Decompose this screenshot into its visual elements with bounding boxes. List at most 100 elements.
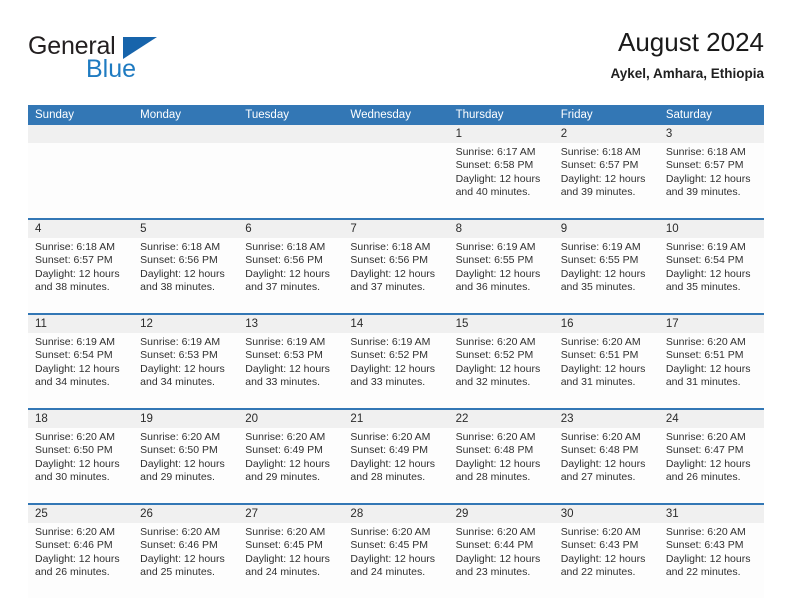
day-detail-line: and 39 minutes. bbox=[665, 186, 741, 199]
day-cell-25[interactable]: Sunrise: 6:20 AM Sunset: 6:46 PM Daylight:… bbox=[28, 523, 133, 598]
day-number-3[interactable]: 3 bbox=[659, 125, 764, 143]
day-number-26[interactable]: 26 bbox=[133, 505, 238, 523]
day-detail-line: and 40 minutes. bbox=[455, 186, 531, 199]
day-detail-line: and 31 minutes. bbox=[560, 376, 636, 389]
day-number-11[interactable]: 11 bbox=[28, 315, 133, 333]
day-detail-line: Sunset: 6:46 PM bbox=[35, 539, 113, 552]
day-cell-9[interactable]: Sunrise: 6:19 AM Sunset: 6:55 PM Daylight:… bbox=[554, 238, 659, 313]
page-title: August 2024 bbox=[617, 27, 764, 57]
day-detail-line: Daylight: 12 hours bbox=[560, 362, 646, 375]
day-number-14[interactable]: 14 bbox=[343, 315, 448, 333]
day-cell-3[interactable]: Sunrise: 6:18 AM Sunset: 6:57 PM Daylight:… bbox=[659, 143, 764, 218]
calendar-week-row: 4 5 6 7 8 9 10 Sunrise: 6:18 AM Sunset: 6:57 PM D… bbox=[28, 218, 764, 313]
day-number-5[interactable]: 5 bbox=[133, 220, 238, 238]
day-detail-line: and 22 minutes. bbox=[665, 566, 741, 579]
day-detail-line: Sunset: 6:54 PM bbox=[665, 254, 744, 267]
day-detail-line: Sunset: 6:52 PM bbox=[455, 349, 534, 362]
day-cell-20[interactable]: Sunrise: 6:20 AM Sunset: 6:49 PM Daylight:… bbox=[238, 428, 343, 503]
day-cell-6[interactable]: Sunrise: 6:18 AM Sunset: 6:56 PM Daylight:… bbox=[238, 238, 343, 313]
weekday-header-friday: Friday bbox=[560, 109, 593, 121]
day-number-6[interactable]: 6 bbox=[238, 220, 343, 238]
day-cell-16[interactable]: Sunrise: 6:20 AM Sunset: 6:51 PM Daylight:… bbox=[554, 333, 659, 408]
day-number-16[interactable]: 16 bbox=[554, 315, 659, 333]
day-number-31[interactable]: 31 bbox=[659, 505, 764, 523]
day-detail-line: Sunset: 6:55 PM bbox=[455, 254, 534, 267]
day-cell-21[interactable]: Sunrise: 6:20 AM Sunset: 6:49 PM Daylight:… bbox=[343, 428, 448, 503]
masthead: General Blue August 2024 Aykel, Amhara, … bbox=[28, 26, 764, 98]
day-number-30[interactable]: 30 bbox=[554, 505, 659, 523]
day-detail-line: Sunrise: 6:20 AM bbox=[455, 336, 536, 348]
day-cell-11[interactable]: Sunrise: 6:19 AM Sunset: 6:54 PM Daylight:… bbox=[28, 333, 133, 408]
day-cell-1[interactable]: Sunrise: 6:17 AM Sunset: 6:58 PM Daylight:… bbox=[449, 143, 554, 218]
day-cell-26[interactable]: Sunrise: 6:20 AM Sunset: 6:46 PM Daylight:… bbox=[133, 523, 238, 598]
day-detail-line: Sunrise: 6:19 AM bbox=[245, 336, 326, 348]
day-cell-13[interactable]: Sunrise: 6:19 AM Sunset: 6:53 PM Daylight:… bbox=[238, 333, 343, 408]
day-cell-29[interactable]: Sunrise: 6:20 AM Sunset: 6:44 PM Daylight:… bbox=[449, 523, 554, 598]
day-number-empty bbox=[28, 125, 133, 143]
day-cell-12[interactable]: Sunrise: 6:19 AM Sunset: 6:53 PM Daylight:… bbox=[133, 333, 238, 408]
day-cell-24[interactable]: Sunrise: 6:20 AM Sunset: 6:47 PM Daylight:… bbox=[659, 428, 764, 503]
week-details-band: Sunrise: 6:20 AM Sunset: 6:50 PM Daylight:… bbox=[28, 428, 764, 503]
day-number-20[interactable]: 20 bbox=[238, 410, 343, 428]
day-detail-line: Daylight: 12 hours bbox=[245, 267, 330, 280]
day-cell-23[interactable]: Sunrise: 6:20 AM Sunset: 6:48 PM Daylight:… bbox=[554, 428, 659, 503]
day-number-19[interactable]: 19 bbox=[133, 410, 238, 428]
week-daynumber-band: 123 bbox=[28, 125, 764, 143]
day-cell-10[interactable]: Sunrise: 6:19 AM Sunset: 6:54 PM Daylight:… bbox=[659, 238, 764, 313]
day-detail-line: Daylight: 12 hours bbox=[245, 552, 330, 565]
day-detail-line: Sunrise: 6:19 AM bbox=[35, 336, 115, 348]
day-cell-18[interactable]: Sunrise: 6:20 AM Sunset: 6:50 PM Daylight:… bbox=[28, 428, 133, 503]
general-blue-logo[interactable]: General Blue bbox=[28, 32, 248, 88]
day-cell-5[interactable]: Sunrise: 6:18 AM Sunset: 6:56 PM Daylight:… bbox=[133, 238, 238, 313]
day-number-1[interactable]: 1 bbox=[449, 125, 554, 143]
day-number-27[interactable]: 27 bbox=[238, 505, 343, 523]
day-cell-31[interactable]: Sunrise: 6:20 AM Sunset: 6:43 PM Daylight:… bbox=[659, 523, 764, 598]
day-cell-22[interactable]: Sunrise: 6:20 AM Sunset: 6:48 PM Daylight:… bbox=[449, 428, 554, 503]
day-number-12[interactable]: 12 bbox=[133, 315, 238, 333]
day-number-18[interactable]: 18 bbox=[28, 410, 133, 428]
day-detail-line: Sunrise: 6:18 AM bbox=[245, 241, 326, 253]
day-cell-8[interactable]: Sunrise: 6:19 AM Sunset: 6:55 PM Daylight:… bbox=[449, 238, 554, 313]
day-number-21[interactable]: 21 bbox=[343, 410, 448, 428]
day-detail-line: Sunrise: 6:19 AM bbox=[560, 241, 641, 253]
day-detail-line: and 33 minutes. bbox=[350, 376, 426, 389]
day-cell-2[interactable]: Sunrise: 6:18 AM Sunset: 6:57 PM Daylight:… bbox=[554, 143, 659, 218]
day-cell-30[interactable]: Sunrise: 6:20 AM Sunset: 6:43 PM Daylight:… bbox=[554, 523, 659, 598]
day-detail-line: and 23 minutes. bbox=[455, 566, 531, 579]
day-detail-line: Sunrise: 6:20 AM bbox=[35, 431, 115, 443]
day-detail-line: Sunrise: 6:20 AM bbox=[455, 526, 536, 538]
day-detail-line: Sunrise: 6:18 AM bbox=[35, 241, 115, 253]
day-detail-line: Sunset: 6:53 PM bbox=[245, 349, 323, 362]
day-number-8[interactable]: 8 bbox=[449, 220, 554, 238]
day-number-7[interactable]: 7 bbox=[343, 220, 448, 238]
day-number-10[interactable]: 10 bbox=[659, 220, 764, 238]
day-number-13[interactable]: 13 bbox=[238, 315, 343, 333]
day-cell-27[interactable]: Sunrise: 6:20 AM Sunset: 6:45 PM Daylight:… bbox=[238, 523, 343, 598]
day-cell-17[interactable]: Sunrise: 6:20 AM Sunset: 6:51 PM Daylight:… bbox=[659, 333, 764, 408]
day-detail-line: Daylight: 12 hours bbox=[665, 267, 751, 280]
day-cell-empty bbox=[133, 143, 238, 218]
day-number-28[interactable]: 28 bbox=[343, 505, 448, 523]
week-daynumber-band: 18 19 20 21 22 23 24 bbox=[28, 410, 764, 428]
day-number-22[interactable]: 22 bbox=[449, 410, 554, 428]
day-number-9[interactable]: 9 bbox=[554, 220, 659, 238]
day-number-2[interactable]: 2 bbox=[554, 125, 659, 143]
day-number-23[interactable]: 23 bbox=[554, 410, 659, 428]
day-cell-15[interactable]: Sunrise: 6:20 AM Sunset: 6:52 PM Daylight:… bbox=[449, 333, 554, 408]
day-number-17[interactable]: 17 bbox=[659, 315, 764, 333]
day-cell-19[interactable]: Sunrise: 6:20 AM Sunset: 6:50 PM Daylight:… bbox=[133, 428, 238, 503]
day-cell-28[interactable]: Sunrise: 6:20 AM Sunset: 6:45 PM Daylight:… bbox=[343, 523, 448, 598]
day-cell-7[interactable]: Sunrise: 6:18 AM Sunset: 6:56 PM Daylight:… bbox=[343, 238, 448, 313]
day-detail-line: Sunrise: 6:20 AM bbox=[245, 431, 326, 443]
day-number-25[interactable]: 25 bbox=[28, 505, 133, 523]
day-detail-line: Sunset: 6:45 PM bbox=[245, 539, 323, 552]
day-detail-line: Daylight: 12 hours bbox=[350, 552, 436, 565]
day-number-4[interactable]: 4 bbox=[28, 220, 133, 238]
day-cell-4[interactable]: Sunrise: 6:18 AM Sunset: 6:57 PM Daylight:… bbox=[28, 238, 133, 313]
day-number-24[interactable]: 24 bbox=[659, 410, 764, 428]
day-cell-14[interactable]: Sunrise: 6:19 AM Sunset: 6:52 PM Daylight:… bbox=[343, 333, 448, 408]
day-detail-line: Sunrise: 6:18 AM bbox=[140, 241, 221, 253]
day-number-29[interactable]: 29 bbox=[449, 505, 554, 523]
day-number-15[interactable]: 15 bbox=[449, 315, 554, 333]
day-detail-line: Sunset: 6:50 PM bbox=[35, 444, 113, 457]
